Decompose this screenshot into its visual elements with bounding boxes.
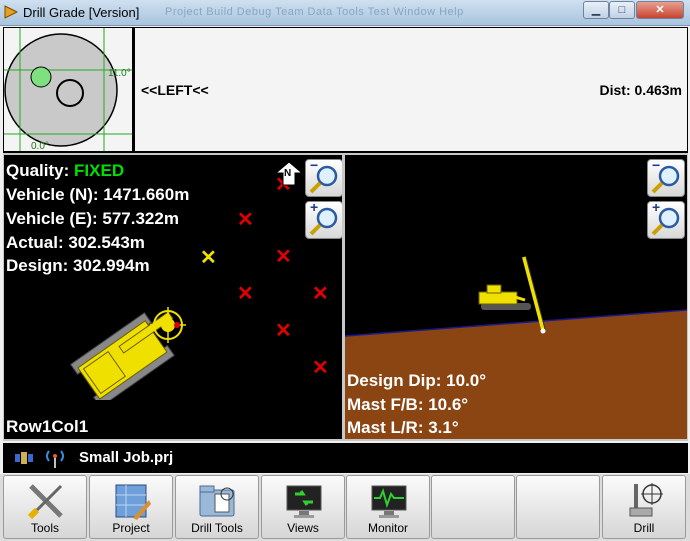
zoom-out-sign: −: [652, 157, 661, 173]
hole-marker[interactable]: ✕: [275, 247, 292, 267]
job-file-name: Small Job.prj: [79, 449, 174, 466]
main-views: Quality: FIXED Vehicle (N): 1471.660m Ve…: [3, 153, 688, 441]
mast-left-right: Mast L/R: 3.1°: [347, 418, 459, 437]
direction-indicator: <<LEFT<<: [141, 82, 209, 98]
distance-value: 0.463m: [634, 82, 682, 98]
project-button[interactable]: Project: [89, 475, 173, 539]
plan-view[interactable]: Quality: FIXED Vehicle (N): 1471.660m Ve…: [4, 155, 342, 439]
guidance-info: <<LEFT<< Dist: 0.463m: [135, 28, 687, 151]
zoom-in-sign: +: [652, 199, 661, 215]
guidance-panel: 11.0° 0.0° <<LEFT<< Dist: 0.463m: [3, 27, 688, 153]
drill-rig-target-icon: [629, 483, 663, 517]
monitor-label: Monitor: [367, 521, 408, 535]
status-bar: Small Job.prj: [3, 443, 688, 473]
scope-label-bottom: 0.0°: [31, 141, 49, 152]
monitor-views-icon: [286, 485, 322, 518]
profile-zoom-out-button[interactable]: −: [647, 157, 685, 197]
background-menu-text: Project Build Debug Team Data Tools Test…: [165, 6, 464, 18]
vehicle-north: Vehicle (N): 1471.660m: [6, 185, 190, 204]
drill-tools-label: Drill Tools: [191, 521, 243, 535]
drill-label: Drill: [633, 521, 655, 535]
zoom-in-sign: +: [310, 199, 319, 215]
gps-satellite-icon: [15, 452, 33, 464]
zoom-out-sign: −: [310, 157, 319, 173]
project-blueprint-icon: [115, 484, 151, 520]
distance-label: Dist:: [599, 82, 631, 98]
actual-elevation: Actual: 302.543m: [6, 233, 145, 252]
hole-marker[interactable]: ✕: [237, 284, 254, 304]
monitor-waveform-icon: [371, 485, 407, 518]
active-hole-marker[interactable]: ✕: [200, 248, 217, 268]
radio-signal-icon: [46, 450, 64, 468]
tools-label: Tools: [30, 521, 59, 535]
plan-zoom-out-button[interactable]: −: [305, 157, 342, 197]
drill-tools-button[interactable]: Drill Tools: [175, 475, 259, 539]
maximize-button[interactable]: □: [609, 1, 635, 19]
tools-button[interactable]: Tools: [3, 475, 87, 539]
bottom-toolbar: Tools Project Drill Tools Views Monitor …: [0, 474, 690, 541]
north-label: N: [284, 168, 292, 179]
drill-button[interactable]: Drill: [602, 475, 686, 539]
tilt-scope-graphic: [4, 28, 132, 151]
folder-drill-icon: [199, 485, 235, 517]
empty-toolbar-slot: [516, 475, 600, 539]
quality-readout: Quality: FIXED: [6, 161, 124, 181]
profile-view[interactable]: Design Dip: 10.0° Mast F/B: 10.6° Mast L…: [345, 155, 687, 439]
vehicle-east: Vehicle (E): 577.322m: [6, 209, 179, 228]
project-label: Project: [112, 521, 150, 535]
quality-value: FIXED: [74, 161, 125, 180]
distance-readout: Dist: 0.463m: [600, 82, 683, 98]
plan-zoom-in-button[interactable]: +: [305, 199, 342, 239]
empty-toolbar-slot: [431, 475, 515, 539]
hole-marker[interactable]: ✕: [275, 321, 292, 341]
quality-label: Quality:: [6, 161, 70, 180]
app-logo-icon: [4, 5, 19, 19]
design-dip: Design Dip: 10.0°: [347, 371, 487, 390]
current-hole-label: Row1Col1: [6, 417, 89, 436]
wrench-screwdriver-icon: [27, 484, 63, 520]
title-bar: Drill Grade [Version] Project Build Debu…: [0, 0, 690, 26]
hole-marker[interactable]: ✕: [312, 284, 329, 304]
minimize-button[interactable]: ▁: [583, 1, 609, 19]
hole-marker[interactable]: ✕: [312, 358, 329, 378]
views-button[interactable]: Views: [261, 475, 345, 539]
drill-rig-plan-icon: [69, 307, 186, 400]
scope-label-right: 11.0°: [108, 68, 131, 79]
hole-marker[interactable]: ✕: [237, 210, 254, 230]
monitor-button[interactable]: Monitor: [346, 475, 430, 539]
close-button[interactable]: ✕: [636, 1, 684, 19]
profile-zoom-in-button[interactable]: +: [647, 199, 685, 239]
tilt-scope: 11.0° 0.0°: [4, 28, 132, 152]
views-label: Views: [287, 521, 319, 535]
mast-front-back: Mast F/B: 10.6°: [347, 395, 469, 414]
design-elevation: Design: 302.994m: [6, 256, 150, 275]
window-title: Drill Grade [Version]: [23, 5, 140, 20]
